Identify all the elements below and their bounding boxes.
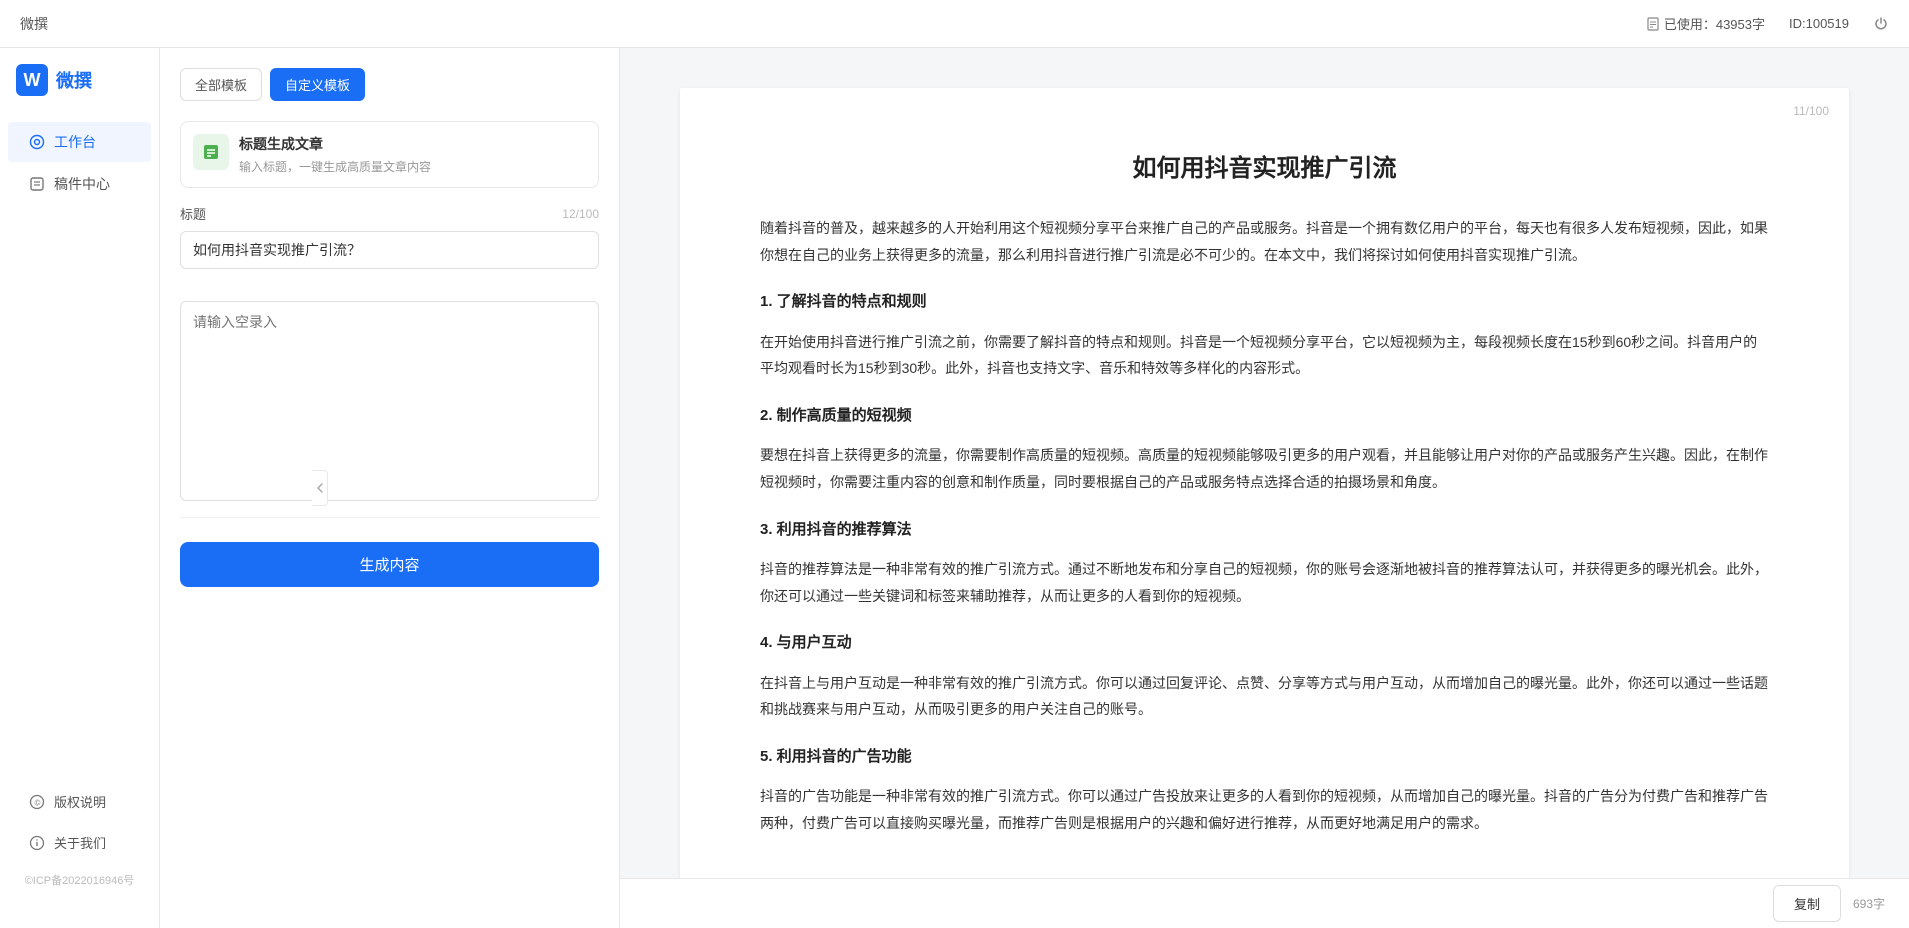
left-panel: 全部模板 自定义模板 标题生成文章 输入标题，一键生成高质量文章内容 xyxy=(160,48,620,928)
right-footer: 复制 693字 xyxy=(620,878,1909,928)
title-label: 标题 xyxy=(180,204,206,223)
title-label-row: 标题 12/100 xyxy=(180,204,599,223)
article-title: 如何用抖音实现推广引流 xyxy=(760,148,1769,183)
right-panel: 11/100 如何用抖音实现推广引流 随着抖音的普及，越来越多的人开始利用这个短… xyxy=(620,48,1909,928)
article-paragraph: 随着抖音的普及，越来越多的人开始利用这个短视频分享平台来推广自己的产品或服务。抖… xyxy=(760,215,1769,268)
sidebar-item-copyright-label: 版权说明 xyxy=(54,792,106,811)
topbar: 微撰 已使用：43953字 ID:100519 xyxy=(0,0,1909,48)
sidebar-item-copyright[interactable]: © 版权说明 xyxy=(8,782,151,821)
template-card-title: 标题生成文章 xyxy=(239,134,431,154)
sidebar-item-workbench[interactable]: 工作台 xyxy=(8,122,151,162)
article-paragraph: 在开始使用抖音进行推广引流之前，你需要了解抖音的特点和规则。抖音是一个短视频分享… xyxy=(760,329,1769,382)
article-paragraph: 要想在抖音上获得更多的流量，你需要制作高质量的短视频。高质量的短视频能够吸引更多… xyxy=(760,442,1769,495)
article-heading: 4. 与用户互动 xyxy=(760,629,1769,658)
copy-button[interactable]: 复制 xyxy=(1773,885,1841,922)
sidebar-item-workbench-label: 工作台 xyxy=(54,132,96,152)
main-layout: W 微撰 工作台 xyxy=(0,48,1909,928)
tab-bar: 全部模板 自定义模板 xyxy=(180,68,599,101)
collapse-sidebar-button[interactable] xyxy=(312,470,328,506)
sidebar-bottom: © 版权说明 关于我们 ©ICP备2022016946号 xyxy=(0,780,159,912)
title-char-count: 12/100 xyxy=(562,207,599,221)
content-area: 全部模板 自定义模板 标题生成文章 输入标题，一键生成高质量文章内容 xyxy=(160,48,1909,928)
template-card-icon xyxy=(193,134,229,170)
document-icon xyxy=(1646,17,1660,31)
article-heading: 5. 利用抖音的广告功能 xyxy=(760,743,1769,772)
user-id: ID:100519 xyxy=(1789,16,1849,31)
tab-custom-templates[interactable]: 自定义模板 xyxy=(270,68,365,101)
content-textarea[interactable] xyxy=(180,301,599,501)
article-paragraph: 抖音的推荐算法是一种非常有效的推广引流方式。通过不断地发布和分享自己的短视频，你… xyxy=(760,556,1769,609)
page-number: 11/100 xyxy=(1793,104,1829,118)
tab-all-templates[interactable]: 全部模板 xyxy=(180,68,262,101)
drafts-icon xyxy=(28,175,46,193)
article-page: 11/100 如何用抖音实现推广引流 随着抖音的普及，越来越多的人开始利用这个短… xyxy=(680,88,1849,878)
form-divider xyxy=(180,517,599,518)
svg-text:©: © xyxy=(35,798,41,807)
template-card-description: 输入标题，一键生成高质量文章内容 xyxy=(239,158,431,175)
article-heading: 2. 制作高质量的短视频 xyxy=(760,402,1769,431)
title-input[interactable] xyxy=(180,231,599,269)
article-heading: 3. 利用抖音的推荐算法 xyxy=(760,516,1769,545)
article-heading: 1. 了解抖音的特点和规则 xyxy=(760,288,1769,317)
workbench-icon xyxy=(28,133,46,151)
sidebar: W 微撰 工作台 xyxy=(0,48,160,928)
power-button[interactable] xyxy=(1873,16,1889,32)
article-paragraph: 抖音的广告功能是一种非常有效的推广引流方式。你可以通过广告投放来让更多的人看到你… xyxy=(760,783,1769,836)
article-paragraph: 在抖音上与用户互动是一种非常有效的推广引流方式。你可以通过回复评论、点赞、分享等… xyxy=(760,670,1769,723)
logo-mark: W xyxy=(16,64,48,96)
word-count-text: 已使用：43953字 xyxy=(1664,14,1765,33)
copyright-icon: © xyxy=(28,793,46,811)
sidebar-item-about-label: 关于我们 xyxy=(54,833,106,852)
sidebar-nav: 工作台 稿件中心 xyxy=(0,120,159,780)
sidebar-item-drafts[interactable]: 稿件中心 xyxy=(8,164,151,204)
generate-button[interactable]: 生成内容 xyxy=(180,542,599,587)
footer-word-count: 693字 xyxy=(1853,895,1885,912)
article-body: 随着抖音的普及，越来越多的人开始利用这个短视频分享平台来推广自己的产品或服务。抖… xyxy=(760,215,1769,837)
topbar-title: 微撰 xyxy=(20,14,48,34)
article-container: 11/100 如何用抖音实现推广引流 随着抖音的普及，越来越多的人开始利用这个短… xyxy=(620,48,1909,878)
sidebar-item-drafts-label: 稿件中心 xyxy=(54,174,110,194)
logo-text: 微撰 xyxy=(56,67,92,93)
sidebar-logo: W 微撰 xyxy=(0,64,159,120)
sidebar-item-about[interactable]: 关于我们 xyxy=(8,823,151,862)
icp-text: ©ICP备2022016946号 xyxy=(0,864,159,896)
word-count-display: 已使用：43953字 xyxy=(1646,14,1765,33)
topbar-right: 已使用：43953字 ID:100519 xyxy=(1646,14,1889,33)
template-card-info: 标题生成文章 输入标题，一键生成高质量文章内容 xyxy=(239,134,431,175)
about-icon xyxy=(28,834,46,852)
template-card[interactable]: 标题生成文章 输入标题，一键生成高质量文章内容 xyxy=(180,121,599,188)
